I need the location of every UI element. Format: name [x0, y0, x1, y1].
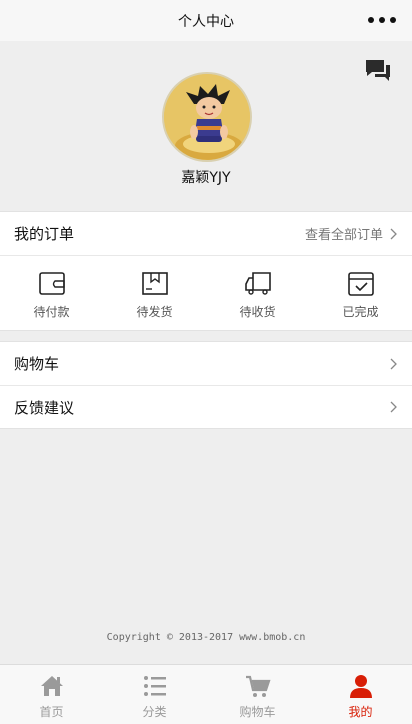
- dot-icon: [368, 17, 374, 23]
- truck-icon: [244, 272, 271, 295]
- page-title: 个人中心: [178, 13, 234, 30]
- tab-category[interactable]: 分类: [103, 665, 206, 724]
- menu-list: 购物车 反馈建议: [0, 341, 412, 429]
- orders-header[interactable]: 我的订单 查看全部订单: [0, 212, 412, 256]
- wallet-icon: [38, 272, 65, 295]
- order-pending-payment[interactable]: 待付款: [0, 256, 103, 331]
- chevron-right-icon: [390, 228, 397, 239]
- order-pending-payment-label: 待付款: [33, 305, 70, 319]
- order-pending-receipt-label: 待收货: [239, 305, 276, 319]
- orders-title: 我的订单: [14, 225, 75, 243]
- tab-home-label: 首页: [39, 705, 64, 719]
- dot-icon: [390, 17, 396, 23]
- tab-category-label: 分类: [142, 705, 167, 719]
- order-completed-label: 已完成: [342, 305, 379, 319]
- avatar[interactable]: [162, 72, 252, 162]
- navigation-bar: 个人中心: [0, 0, 412, 41]
- feedback-row-label: 反馈建议: [14, 398, 75, 417]
- view-all-orders-label: 查看全部订单: [304, 228, 383, 243]
- cart-row[interactable]: 购物车: [0, 342, 412, 385]
- cart-row-label: 购物车: [14, 355, 60, 373]
- order-pending-shipment-label: 待发货: [136, 305, 173, 319]
- username: 嘉颖YJY: [181, 170, 231, 186]
- box-icon: [141, 272, 168, 295]
- tab-cart[interactable]: 购物车: [206, 665, 309, 724]
- home-icon: [40, 676, 63, 696]
- view-all-orders-link[interactable]: 查看全部订单: [305, 224, 398, 243]
- tab-bar: 首页 分类 购物车 我的: [0, 664, 412, 724]
- order-completed[interactable]: 已完成: [309, 256, 412, 331]
- message-icon[interactable]: [364, 58, 392, 84]
- cart-icon: [245, 675, 271, 697]
- tab-mine[interactable]: 我的: [309, 665, 412, 724]
- done-icon: [347, 272, 374, 296]
- avatar-image: [164, 74, 250, 160]
- copyright-text: Copyright © 2013-2017 www.bmob.cn: [106, 632, 306, 643]
- tab-home[interactable]: 首页: [0, 665, 103, 724]
- order-pending-shipment[interactable]: 待发货: [103, 256, 206, 331]
- dot-icon: [379, 17, 385, 23]
- chevron-right-icon: [390, 358, 397, 369]
- more-menu-button[interactable]: [368, 13, 396, 27]
- feedback-row[interactable]: 反馈建议: [0, 385, 412, 428]
- tab-cart-label: 购物车: [239, 705, 276, 719]
- list-icon: [143, 676, 166, 696]
- chevron-right-icon: [390, 401, 397, 413]
- order-status-grid: 待付款 待发货 待收货 已完成: [0, 256, 412, 331]
- user-icon: [349, 675, 372, 698]
- orders-section: 我的订单 查看全部订单 待付款 待发货 待收货 已完成: [0, 211, 412, 331]
- tab-mine-label: 我的: [348, 705, 373, 719]
- order-pending-receipt[interactable]: 待收货: [206, 256, 309, 331]
- profile-header: 嘉颖YJY: [0, 41, 412, 199]
